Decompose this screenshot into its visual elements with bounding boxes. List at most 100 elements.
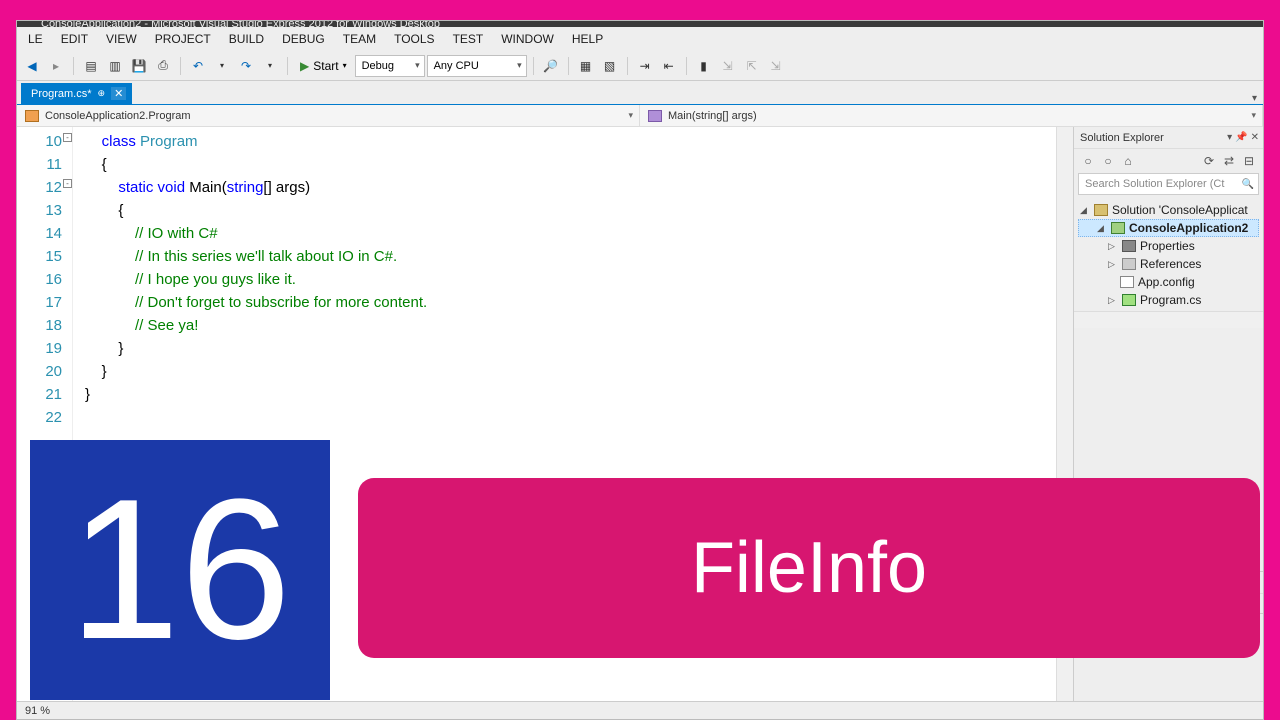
tabs-overflow-icon[interactable]: ▾: [1252, 93, 1257, 104]
redo-drop-icon[interactable]: ▾: [259, 55, 281, 77]
tree-label: ConsoleApplication2: [1129, 221, 1248, 235]
tree-properties-node[interactable]: ▷Properties: [1078, 237, 1259, 255]
toolbar: ◀ ▸ ▤ ▥ 💾 ⎙ ↶ ▾ ↷ ▾ ▶ Start ▾ Debug Any …: [17, 51, 1263, 81]
overlay-title-banner: FileInfo: [358, 478, 1260, 658]
fold-icon[interactable]: -: [63, 133, 72, 142]
code-comment: // Don't forget to subscribe for more co…: [85, 291, 1056, 314]
bookmark2-icon[interactable]: ⇤: [658, 55, 680, 77]
panel-close-icon[interactable]: ✕: [1251, 132, 1259, 143]
tree-solution-node[interactable]: ◢Solution 'ConsoleApplicat: [1078, 201, 1259, 219]
overlay-episode-number: 16: [30, 440, 330, 700]
tree-label: References: [1140, 257, 1201, 271]
save-icon[interactable]: 💾: [128, 55, 150, 77]
undo-drop-icon[interactable]: ▾: [211, 55, 233, 77]
code-line: {: [85, 199, 1056, 222]
bookmark-icon[interactable]: ⇥: [634, 55, 656, 77]
line-number: 12: [17, 176, 62, 199]
code-comment: // I hope you guys like it.: [85, 268, 1056, 291]
separator: [180, 57, 181, 75]
menu-file[interactable]: LE: [19, 32, 52, 46]
platform-value: Any CPU: [434, 60, 479, 72]
menu-debug[interactable]: DEBUG: [273, 32, 334, 46]
menu-tools[interactable]: TOOLS: [385, 32, 443, 46]
line-number: 15: [17, 245, 62, 268]
tab-program-cs[interactable]: Program.cs* ⊕ ✕: [21, 83, 132, 104]
menu-test[interactable]: TEST: [444, 32, 493, 46]
references-icon: [1122, 258, 1136, 270]
code-line: }: [85, 383, 1056, 406]
step-icon[interactable]: ▮: [693, 55, 715, 77]
panel-pin-icon[interactable]: 📌: [1235, 132, 1247, 143]
menu-edit[interactable]: EDIT: [52, 32, 97, 46]
config-icon: [1120, 276, 1134, 288]
tree-scrollbar[interactable]: [1074, 311, 1263, 328]
code-line: }: [85, 360, 1056, 383]
start-button[interactable]: ▶ Start ▾: [294, 59, 353, 73]
close-icon[interactable]: ✕: [111, 87, 126, 100]
menu-help[interactable]: HELP: [563, 32, 612, 46]
line-number: 11: [17, 153, 62, 176]
class-icon: [25, 110, 39, 122]
sol-fwd-icon[interactable]: ○: [1100, 154, 1116, 168]
tree-project-node[interactable]: ◢ConsoleApplication2: [1078, 219, 1259, 237]
menu-project[interactable]: PROJECT: [146, 32, 220, 46]
line-number: 10: [17, 130, 62, 153]
separator: [686, 57, 687, 75]
panel-menu-icon[interactable]: ▾: [1227, 132, 1232, 143]
tree-programcs-node[interactable]: ▷Program.cs: [1078, 291, 1259, 309]
nav-back-icon[interactable]: ◀: [21, 55, 43, 77]
line-number: 13: [17, 199, 62, 222]
uncomment-icon[interactable]: ▧: [599, 55, 621, 77]
solution-tree[interactable]: ◢Solution 'ConsoleApplicat ◢ConsoleAppli…: [1074, 199, 1263, 311]
search-placeholder: Search Solution Explorer (Ct: [1085, 178, 1224, 190]
line-number: 19: [17, 337, 62, 360]
document-tabs: Program.cs* ⊕ ✕ ▾: [17, 81, 1263, 105]
find-icon[interactable]: 🔎: [540, 55, 562, 77]
keyword: class: [102, 133, 140, 150]
step2-icon[interactable]: ⇲: [717, 55, 739, 77]
undo-icon[interactable]: ↶: [187, 55, 209, 77]
config-combo[interactable]: Debug: [355, 55, 425, 77]
fold-icon[interactable]: -: [63, 179, 72, 188]
open-icon[interactable]: ▥: [104, 55, 126, 77]
new-project-icon[interactable]: ▤: [80, 55, 102, 77]
method-icon: [648, 110, 662, 122]
menu-view[interactable]: VIEW: [97, 32, 146, 46]
solution-search-input[interactable]: Search Solution Explorer (Ct: [1078, 173, 1259, 195]
sol-home-icon[interactable]: ⌂: [1120, 154, 1136, 168]
episode-number: 16: [69, 455, 291, 685]
separator: [568, 57, 569, 75]
line-number: 18: [17, 314, 62, 337]
sol-sync-icon[interactable]: ⟳: [1201, 154, 1217, 168]
step4-icon[interactable]: ⇲: [765, 55, 787, 77]
tree-references-node[interactable]: ▷References: [1078, 255, 1259, 273]
solution-toolbar: ○ ○ ⌂ ⟳ ⇄ ⊟: [1074, 149, 1263, 173]
nav-method-combo[interactable]: Main(string[] args): [640, 105, 1263, 126]
comment-icon[interactable]: ▦: [575, 55, 597, 77]
nav-class-combo[interactable]: ConsoleApplication2.Program: [17, 105, 640, 126]
redo-icon[interactable]: ↷: [235, 55, 257, 77]
menu-build[interactable]: BUILD: [220, 32, 273, 46]
menu-window[interactable]: WINDOW: [492, 32, 563, 46]
tab-label: Program.cs*: [31, 88, 92, 100]
platform-combo[interactable]: Any CPU: [427, 55, 527, 77]
tree-appconfig-node[interactable]: App.config: [1078, 273, 1259, 291]
menu-team[interactable]: TEAM: [334, 32, 385, 46]
sol-refresh-icon[interactable]: ⇄: [1221, 154, 1237, 168]
panel-controls: ▾ 📌 ✕: [1227, 132, 1259, 143]
solution-explorer-title: Solution Explorer: [1080, 132, 1164, 144]
sol-collapse-icon[interactable]: ⊟: [1241, 154, 1257, 168]
step3-icon[interactable]: ⇱: [741, 55, 763, 77]
code-comment: // In this series we'll talk about IO in…: [85, 245, 1056, 268]
csproj-icon: [1111, 222, 1125, 234]
type: Program: [140, 133, 198, 150]
zoom-level[interactable]: 91 %: [25, 705, 50, 717]
line-number: 16: [17, 268, 62, 291]
sol-back-icon[interactable]: ○: [1080, 154, 1096, 168]
save-all-icon[interactable]: ⎙: [152, 55, 174, 77]
keyword: string: [227, 179, 264, 196]
pin-icon[interactable]: ⊕: [98, 88, 106, 99]
episode-title: FileInfo: [691, 527, 927, 609]
nav-fwd-icon[interactable]: ▸: [45, 55, 67, 77]
solution-icon: [1094, 204, 1108, 216]
